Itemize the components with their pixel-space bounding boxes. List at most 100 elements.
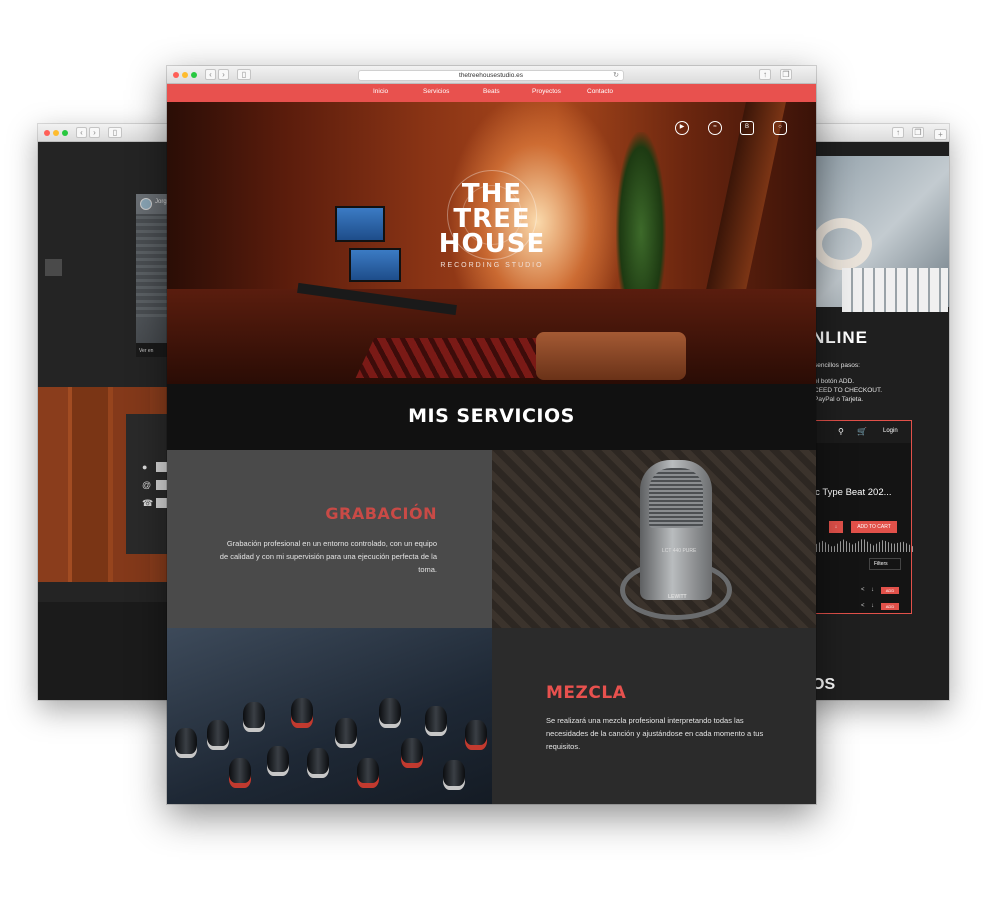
share-icon[interactable]: ↑ [892, 127, 904, 138]
console-knob [243, 702, 265, 732]
main-window-toolbar: ‹ › ▯ thetreehousestudio.es ↻ ↑ ❐ [167, 66, 816, 84]
service-mezcla-description: Se realizará una mezcla profesional inte… [546, 716, 764, 751]
logo-ring [462, 185, 522, 245]
cart-icon[interactable]: 🛒 [857, 427, 867, 436]
services-header-band: MIS SERVICIOS [167, 384, 816, 450]
beat-store-toolbar: ⚲ 🛒 Login [813, 421, 911, 443]
service-grabacion-title: GRABACIÓN [325, 504, 437, 523]
user-icon: ● [142, 462, 148, 472]
back-icon[interactable]: ‹ [205, 69, 216, 80]
hero-rug [355, 338, 555, 378]
service-grabacion-description: Grabación profesional en un entorno cont… [219, 539, 437, 574]
console-knob [291, 698, 313, 728]
sidebar-toggle-icon[interactable]: ▯ [237, 69, 251, 80]
service-mezcla-title: MEZCLA [546, 683, 627, 703]
headphones-image [812, 218, 872, 270]
console-knob [379, 698, 401, 728]
console-knob [175, 728, 197, 758]
url-text: thetreehousestudio.es [459, 72, 523, 79]
email-icon: @ [142, 480, 152, 490]
tabs-icon[interactable]: ❐ [912, 127, 924, 138]
right-browser-window: ↑ ❐ + NLINE sencillos pasos: el botón AD… [794, 124, 949, 700]
download-button[interactable]: ↓ [829, 521, 843, 533]
spotify-icon[interactable]: ≈ [708, 121, 722, 135]
maximize-window-button[interactable] [191, 72, 197, 78]
site-logo[interactable]: THE TREE HOUSE RECORDING STUDIO [422, 170, 562, 269]
console-knob [229, 758, 251, 788]
service-grabacion-card: GRABACIÓN Grabación profesional en un en… [167, 450, 492, 628]
phone-icon: ☎ [142, 498, 154, 508]
share-row-icon[interactable]: < [861, 603, 865, 609]
console-knob [401, 738, 423, 768]
main-browser-window: ‹ › ▯ thetreehousestudio.es ↻ ↑ ❐ Inicio… [167, 66, 816, 804]
nav-item-servicios[interactable]: Servicios [423, 88, 449, 95]
beat-title: ic Type Beat 202... [813, 487, 892, 498]
hero-studio-banner: THE TREE HOUSE RECORDING STUDIO ▶ ≈ B ○ [167, 102, 816, 384]
reload-icon[interactable]: ↻ [613, 71, 619, 81]
headphones-photo [794, 156, 949, 312]
search-icon[interactable]: ⚲ [838, 427, 844, 436]
sidebar-toggle-icon[interactable]: ▯ [108, 127, 122, 138]
address-bar[interactable]: thetreehousestudio.es ↻ [358, 70, 624, 81]
forward-icon[interactable]: › [218, 69, 229, 80]
step-1: el botón ADD. [814, 378, 855, 385]
row-add-button[interactable]: ADD [881, 603, 899, 610]
console-knob [307, 748, 329, 778]
minimize-window-button[interactable] [182, 72, 188, 78]
hero-sofa [536, 332, 686, 380]
keyboard-image [842, 268, 948, 312]
share-row-icon[interactable]: < [861, 587, 865, 593]
row-add-button[interactable]: ADD [881, 587, 899, 594]
nav-item-beats[interactable]: Beats [483, 88, 500, 95]
step-2: CEED TO CHECKOUT. [814, 387, 883, 394]
console-knob [465, 720, 487, 750]
console-knob [443, 760, 465, 790]
close-window-button[interactable] [44, 130, 50, 136]
studio-monitor-screen [349, 248, 401, 282]
steps-intro: sencillos pasos: [814, 362, 860, 369]
right-page-body: NLINE sencillos pasos: el botón ADD. CEE… [794, 142, 949, 700]
mic-model-label: LCT 440 PURE [662, 548, 697, 554]
bandcamp-icon[interactable]: B [740, 121, 754, 135]
instagram-icon[interactable]: ○ [773, 121, 787, 135]
logo-subtitle: RECORDING STUDIO [440, 262, 544, 269]
new-tab-icon[interactable]: + [934, 129, 947, 140]
share-icon[interactable]: ↑ [759, 69, 771, 80]
video-channel-name: Jorg [155, 199, 167, 205]
tabs-icon[interactable]: ❐ [780, 69, 792, 80]
top-navigation: Inicio Servicios Beats Proyectos Contact… [167, 84, 816, 102]
mic-grille [649, 468, 703, 528]
right-window-toolbar: ↑ ❐ + [794, 124, 949, 142]
nav-item-proyectos[interactable]: Proyectos [532, 88, 561, 95]
download-row-icon[interactable]: ↓ [871, 603, 874, 609]
mic-brand-label: LEWITT [668, 594, 687, 600]
add-to-cart-button[interactable]: ADD TO CART [851, 521, 897, 533]
filters-button[interactable]: Filters [869, 558, 901, 570]
beat-waveform[interactable] [813, 538, 913, 552]
nav-item-inicio[interactable]: Inicio [373, 88, 388, 95]
shop-heading: NLINE [812, 328, 868, 347]
watch-on-label[interactable]: Ver en [139, 348, 153, 354]
beat-store-panel: ⚲ 🛒 Login ic Type Beat 202... ↓ ADD TO C… [812, 420, 913, 614]
back-icon[interactable]: ‹ [76, 127, 87, 138]
mixing-console-photo [167, 628, 492, 804]
service-mezcla-card: MEZCLA Se realizará una mezcla profesion… [492, 628, 816, 804]
services-title: MIS SERVICIOS [408, 405, 575, 427]
left-placeholder-square [45, 259, 62, 276]
close-window-button[interactable] [173, 72, 179, 78]
maximize-window-button[interactable] [62, 130, 68, 136]
console-knob [357, 758, 379, 788]
youtube-icon[interactable]: ▶ [675, 121, 689, 135]
studio-monitor-screen [335, 206, 385, 242]
console-knob [335, 718, 357, 748]
forward-icon[interactable]: › [89, 127, 100, 138]
login-link[interactable]: Login [883, 428, 898, 434]
nav-item-contacto[interactable]: Contacto [587, 88, 613, 95]
video-channel-avatar [140, 198, 152, 210]
console-knob [207, 720, 229, 750]
minimize-window-button[interactable] [53, 130, 59, 136]
microphone-photo: LCT 440 PURE LEWITT [492, 450, 816, 628]
download-row-icon[interactable]: ↓ [871, 587, 874, 593]
step-3: PayPal o Tarjeta. [814, 396, 864, 403]
console-knob [425, 706, 447, 736]
